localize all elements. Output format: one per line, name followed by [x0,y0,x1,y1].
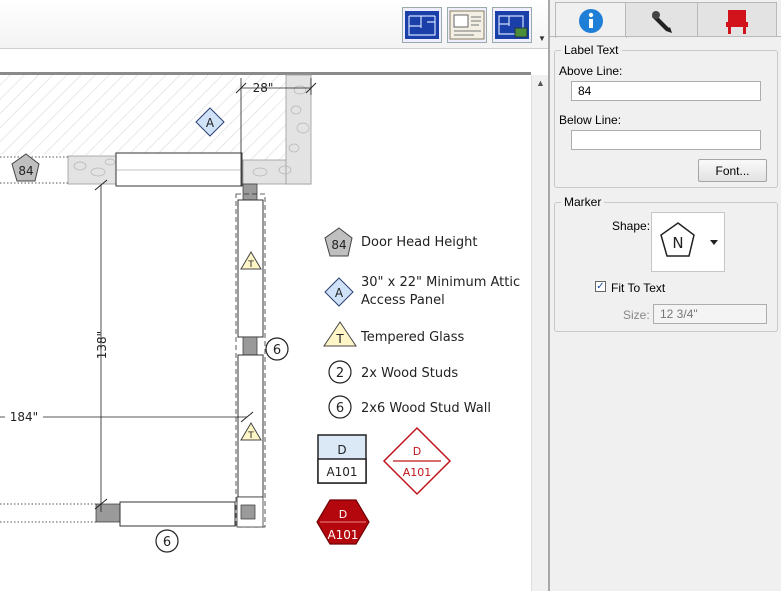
vertical-scrollbar[interactable]: ▲ [531,75,549,591]
svg-text:T: T [247,260,254,270]
fit-to-text-checkbox[interactable]: ✓ [595,281,606,292]
svg-text:D: D [337,443,346,457]
legend-item-2x-studs[interactable]: 2 2x Wood Studs [328,360,458,384]
legend-item-door-head[interactable]: 84 Door Head Height [324,227,478,257]
svg-text:2: 2 [336,366,344,381]
font-button[interactable]: Font... [698,159,767,182]
size-label: Size: [623,308,650,322]
layout-view-icon [449,10,485,40]
shape-label: Shape: [612,219,651,233]
properties-panel: Label Text Above Line: Below Line: Font.… [550,0,781,591]
svg-text:Access Panel: Access Panel [361,293,445,308]
callout-box[interactable]: D A101 [317,434,367,484]
info-icon [579,9,603,33]
svg-text:84: 84 [331,238,346,252]
camera-view-icon [495,11,529,39]
fit-to-text-label: Fit To Text [611,281,666,295]
svg-text:N: N [672,234,683,252]
svg-text:2x6 Wood Stud Wall: 2x6 Wood Stud Wall [361,401,491,416]
svg-text:Tempered Glass: Tempered Glass [360,330,465,345]
tab-pen[interactable] [625,2,699,37]
plan-view-icon [405,11,439,39]
window-top [115,152,243,187]
svg-text:6: 6 [163,535,171,550]
svg-text:D: D [413,445,421,458]
below-line-input[interactable] [571,130,761,150]
svg-text:A101: A101 [403,466,432,479]
svg-text:D: D [339,508,347,521]
chair-icon [726,10,748,34]
drawing-canvas[interactable]: 28" 138" 184" 84 A T T 6 6 84 Door Head … [0,72,549,591]
svg-text:6: 6 [336,401,344,416]
svg-text:Door Head Height: Door Head Height [361,235,478,250]
dimension-horizontal-label[interactable]: 184" [10,410,38,424]
below-line-label: Below Line: [559,113,622,127]
toolbar: ▼ [0,0,549,49]
pentagon-shape-icon: N [660,222,718,257]
floor-plan: 28" 138" 184" 84 A T T 6 6 84 Door Head … [0,74,520,553]
plan-view-button[interactable] [402,7,442,43]
svg-text:2x Wood Studs: 2x Wood Studs [361,366,458,381]
scroll-up-icon[interactable]: ▲ [536,78,545,88]
size-input[interactable] [653,304,767,324]
svg-text:84: 84 [18,164,33,178]
dimension-top-label[interactable]: 28" [253,81,274,95]
svg-text:A: A [335,286,344,300]
svg-text:A101: A101 [326,465,357,479]
tab-info[interactable] [555,2,627,38]
pen-icon [652,11,672,33]
callout-hexagon[interactable]: D A101 [316,499,370,545]
marker-title: Marker [561,195,605,209]
camera-view-button[interactable] [492,7,532,43]
legend-item-2x6-wall[interactable]: 6 2x6 Wood Stud Wall [328,395,491,419]
marker-84-pentagon[interactable]: 84 [11,153,40,182]
callout-diamond[interactable]: D A101 [382,426,452,496]
legend: 84 Door Head Height A 30" x 22" Minimum … [323,227,520,419]
marker-6-circle-wall[interactable]: 6 [265,337,289,361]
svg-text:6: 6 [273,343,281,358]
above-line-input[interactable] [571,81,761,101]
svg-text:T: T [247,431,254,441]
toolbar-more-icon[interactable]: ▼ [538,34,546,43]
above-line-label: Above Line: [559,64,623,78]
tab-furniture[interactable] [697,2,777,37]
tab-underline [550,36,781,37]
dimension-vertical-label[interactable]: 138" [95,331,109,359]
marker-6-circle-bottom[interactable]: 6 [155,529,179,553]
svg-text:A101: A101 [327,528,358,542]
label-text-title: Label Text [561,43,622,57]
legend-item-attic-access[interactable]: A 30" x 22" Minimum Attic Access Panel [324,275,520,308]
svg-text:A: A [206,116,215,130]
svg-text:30" x 22" Minimum Attic: 30" x 22" Minimum Attic [361,275,520,290]
legend-item-tempered-glass[interactable]: T Tempered Glass [323,321,465,347]
layout-view-button[interactable] [447,7,487,43]
shape-dropdown[interactable]: N [651,212,725,272]
svg-text:T: T [335,332,344,346]
panel-tabs [550,0,781,38]
